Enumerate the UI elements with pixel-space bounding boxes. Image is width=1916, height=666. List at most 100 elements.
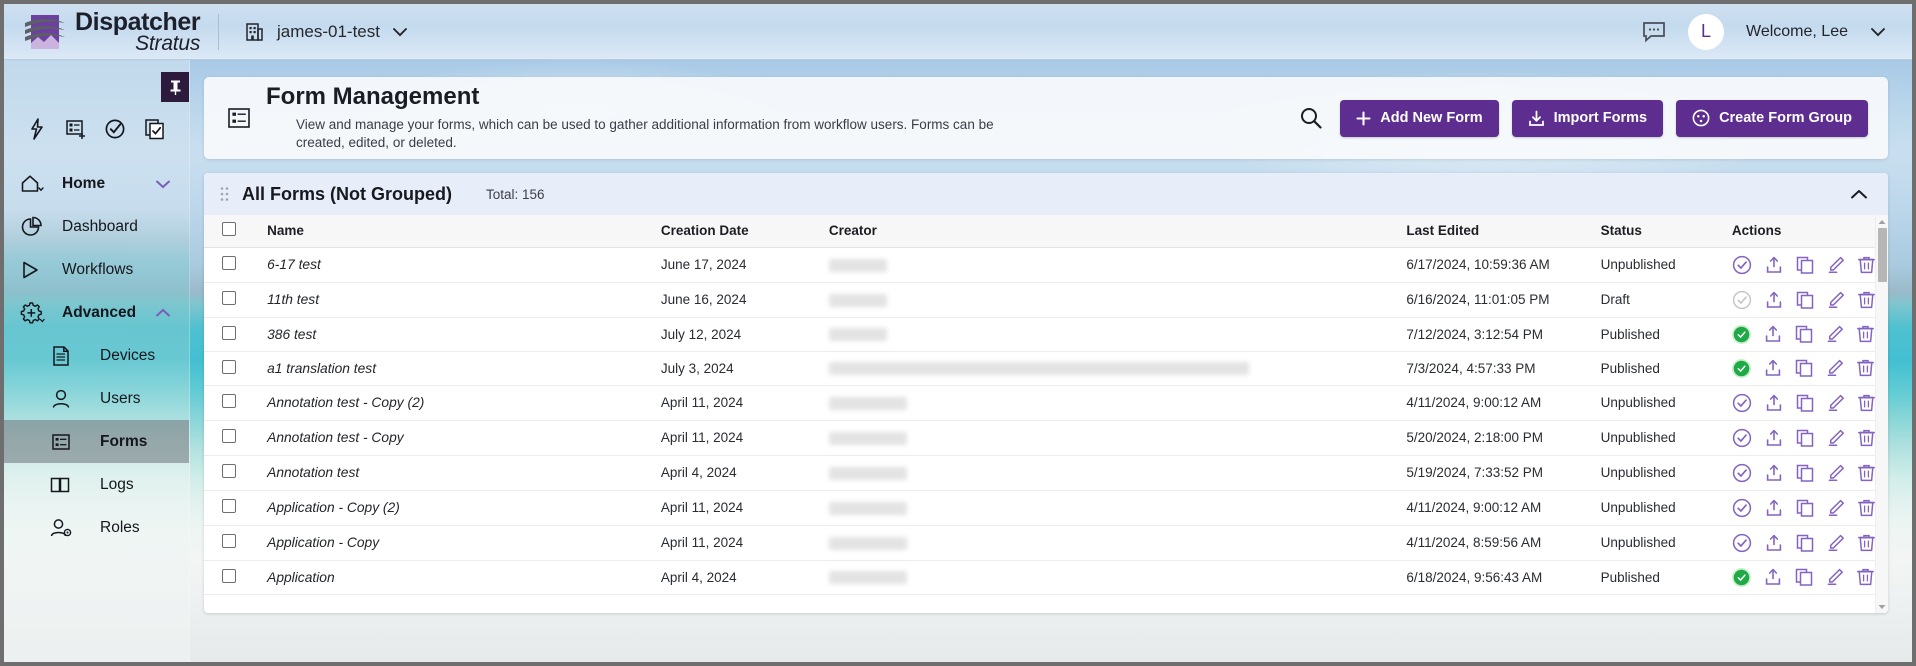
row-checkbox[interactable] — [222, 464, 236, 478]
export-icon[interactable] — [1764, 568, 1782, 586]
sidebar-item-logs[interactable]: Logs — [4, 463, 189, 506]
edit-pencil-icon[interactable] — [1826, 325, 1844, 343]
export-icon[interactable] — [1765, 429, 1783, 447]
table-row[interactable]: Annotation test April 4, 2024 5/19/2024,… — [204, 455, 1888, 491]
duplicate-icon[interactable] — [1796, 499, 1814, 517]
duplicate-icon[interactable] — [1795, 568, 1813, 586]
publish-check-icon[interactable] — [1731, 324, 1751, 344]
duplicate-icon[interactable] — [1796, 394, 1814, 412]
duplicate-icon[interactable] — [1795, 359, 1813, 377]
publish-check-icon[interactable] — [1731, 358, 1751, 378]
edit-pencil-icon[interactable] — [1827, 256, 1845, 274]
table-row[interactable]: Annotation test - Copy (2) April 11, 202… — [204, 385, 1888, 421]
export-icon[interactable] — [1765, 464, 1783, 482]
export-icon[interactable] — [1765, 534, 1783, 552]
scrollbar-thumb[interactable] — [1878, 228, 1887, 282]
row-checkbox[interactable] — [222, 429, 236, 443]
row-checkbox[interactable] — [222, 359, 236, 374]
sidebar-item-dashboard[interactable]: Dashboard — [4, 205, 189, 248]
duplicate-icon[interactable] — [1795, 325, 1813, 343]
delete-trash-icon[interactable] — [1857, 464, 1875, 482]
scroll-up-arrow[interactable] — [1876, 215, 1888, 228]
edit-pencil-icon[interactable] — [1827, 394, 1845, 412]
sidebar-item-advanced[interactable]: Advanced — [4, 291, 189, 334]
export-icon[interactable] — [1765, 499, 1783, 517]
table-row[interactable]: Annotation test - Copy April 11, 2024 5/… — [204, 420, 1888, 456]
chevron-up-icon[interactable] — [1844, 183, 1874, 206]
drag-dots-icon[interactable] — [220, 186, 232, 202]
pushpin-icon[interactable] — [161, 72, 189, 102]
row-checkbox[interactable] — [222, 256, 236, 270]
chat-bubble-icon[interactable] — [1642, 21, 1666, 43]
row-checkbox[interactable] — [222, 325, 236, 340]
duplicate-icon[interactable] — [1796, 534, 1814, 552]
copy-check-icon[interactable] — [144, 118, 166, 140]
export-icon[interactable] — [1765, 394, 1783, 412]
row-checkbox[interactable] — [222, 534, 236, 548]
export-icon[interactable] — [1765, 291, 1783, 309]
delete-trash-icon[interactable] — [1857, 291, 1875, 309]
row-checkbox[interactable] — [222, 291, 236, 305]
delete-trash-icon[interactable] — [1857, 394, 1875, 412]
avatar[interactable]: L — [1688, 13, 1725, 50]
import-forms-button[interactable]: Import Forms — [1511, 99, 1664, 137]
publish-check-icon[interactable] — [1732, 498, 1752, 518]
publish-check-icon[interactable] — [1732, 463, 1752, 483]
table-row[interactable]: 11th test June 16, 2024 6/16/2024, 11:01… — [204, 282, 1888, 318]
create-form-group-button[interactable]: Create Form Group — [1676, 99, 1868, 137]
edit-pencil-icon[interactable] — [1826, 359, 1844, 377]
table-row[interactable]: Application - Copy April 11, 2024 4/11/2… — [204, 525, 1888, 561]
publish-check-icon[interactable] — [1732, 255, 1752, 275]
edit-pencil-icon[interactable] — [1827, 499, 1845, 517]
column-header-creator[interactable]: Creator — [820, 215, 1399, 248]
select-all-checkbox[interactable] — [222, 222, 236, 237]
edit-pencil-icon[interactable] — [1827, 534, 1845, 552]
duplicate-icon[interactable] — [1796, 464, 1814, 482]
table-row[interactable]: Application - Copy (2) April 11, 2024 4/… — [204, 490, 1888, 526]
sidebar-item-home[interactable]: Home — [4, 162, 189, 205]
column-header-name[interactable]: Name — [259, 215, 653, 248]
edit-pencil-icon[interactable] — [1826, 568, 1844, 586]
scroll-down-arrow[interactable] — [1876, 600, 1888, 613]
publish-check-icon[interactable] — [1732, 428, 1752, 448]
delete-trash-icon[interactable] — [1856, 359, 1874, 377]
column-header-last-edited[interactable]: Last Edited — [1398, 215, 1593, 248]
lightning-bolt-icon[interactable] — [27, 118, 47, 140]
publish-check-icon[interactable] — [1732, 533, 1752, 553]
table-row[interactable]: 386 test July 12, 2024 7/12/2024, 3:12:5… — [204, 317, 1888, 352]
delete-trash-icon[interactable] — [1857, 256, 1875, 274]
add-form-icon[interactable] — [65, 118, 87, 140]
publish-check-icon[interactable] — [1731, 567, 1751, 587]
duplicate-icon[interactable] — [1796, 291, 1814, 309]
sidebar-item-workflows[interactable]: Workflows — [4, 248, 189, 291]
publish-check-icon[interactable] — [1732, 290, 1752, 310]
edit-pencil-icon[interactable] — [1827, 464, 1845, 482]
delete-trash-icon[interactable] — [1856, 568, 1874, 586]
add-new-form-button[interactable]: Add New Form — [1340, 99, 1499, 137]
row-checkbox[interactable] — [222, 394, 236, 408]
table-vertical-scrollbar[interactable] — [1875, 215, 1888, 613]
delete-trash-icon[interactable] — [1856, 325, 1874, 343]
duplicate-icon[interactable] — [1796, 429, 1814, 447]
delete-trash-icon[interactable] — [1857, 534, 1875, 552]
user-menu-chevron-down-icon[interactable] — [1870, 27, 1886, 37]
edit-pencil-icon[interactable] — [1827, 291, 1845, 309]
sidebar-item-users[interactable]: Users — [4, 377, 189, 420]
row-checkbox[interactable] — [222, 568, 236, 583]
search-icon[interactable] — [1295, 102, 1327, 134]
export-icon[interactable] — [1764, 359, 1782, 377]
column-header-creation-date[interactable]: Creation Date — [652, 215, 821, 248]
export-icon[interactable] — [1765, 256, 1783, 274]
table-row[interactable]: Application April 4, 2024 6/18/2024, 9:5… — [204, 560, 1888, 595]
tenant-selector[interactable]: james-01-test — [243, 21, 408, 43]
sidebar-item-roles[interactable]: Roles — [4, 506, 189, 549]
row-checkbox[interactable] — [222, 499, 236, 513]
sidebar-item-devices[interactable]: Devices — [4, 334, 189, 377]
delete-trash-icon[interactable] — [1857, 499, 1875, 517]
column-header-status[interactable]: Status — [1592, 215, 1724, 248]
export-icon[interactable] — [1764, 325, 1782, 343]
delete-trash-icon[interactable] — [1857, 429, 1875, 447]
publish-check-icon[interactable] — [1732, 393, 1752, 413]
edit-pencil-icon[interactable] — [1827, 429, 1845, 447]
duplicate-icon[interactable] — [1796, 256, 1814, 274]
